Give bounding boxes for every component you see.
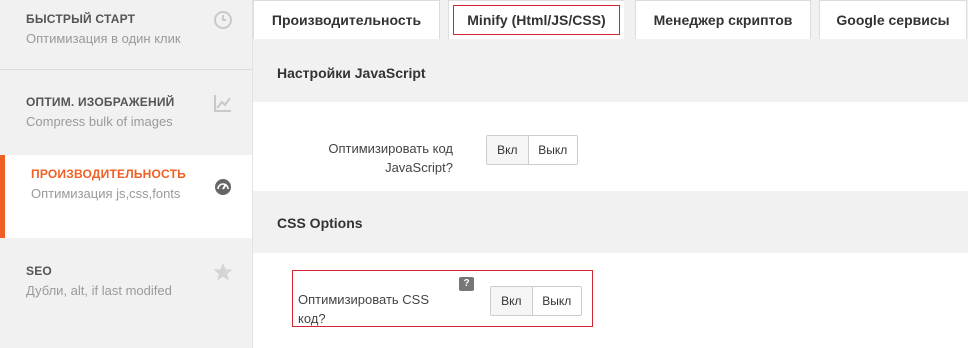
js-optimize-toggle: Вкл Выкл [486,135,578,165]
sidebar-item-subtitle: Compress bulk of images [26,114,173,129]
section-header-js: Настройки JavaScript [253,40,968,102]
tab-script-manager[interactable]: Менеджер скриптов [635,0,811,39]
sidebar-item-seo[interactable]: SEO Дубли, alt, if last modifed [0,238,252,321]
css-toggle-on-button[interactable]: Вкл [491,287,533,315]
sidebar-item-subtitle: Оптимизация js,css,fonts [31,186,181,201]
css-optimize-toggle: Вкл Выкл [490,286,582,316]
section-title: CSS Options [277,215,363,231]
js-toggle-off-button[interactable]: Выкл [529,136,577,164]
sidebar-item-title: БЫСТРЫЙ СТАРТ [26,12,136,26]
tab-minify[interactable]: Minify (Html/JS/CSS) [453,5,620,35]
section-header-css: CSS Options [253,191,968,253]
star-icon [212,261,234,283]
css-toggle-off-button[interactable]: Выкл [533,287,581,315]
sidebar-item-performance[interactable]: ПРОИЗВОДИТЕЛЬНОСТЬ Оптимизация js,css,fo… [0,155,252,238]
tab-bar: Производительность Minify (Html/JS/CSS) … [253,0,968,40]
section-title: Настройки JavaScript [277,65,426,81]
divider [0,69,252,70]
sidebar-item-title: SEO [26,264,52,278]
speedometer-icon [212,176,234,198]
tab-performance[interactable]: Производительность [253,0,440,39]
chart-line-icon [212,92,234,114]
sidebar-item-images[interactable]: ОПТИМ. ИЗОБРАЖЕНИЙ Compress bulk of imag… [0,83,252,166]
sidebar-item-title: ОПТИМ. ИЗОБРАЖЕНИЙ [26,95,175,109]
tab-google-services[interactable]: Google сервисы [819,0,967,39]
sidebar-item-subtitle: Дубли, alt, if last modifed [26,283,172,298]
sidebar-item-title: ПРОИЗВОДИТЕЛЬНОСТЬ [31,167,186,181]
js-toggle-on-button[interactable]: Вкл [487,136,529,164]
js-optimize-label: Оптимизировать код JavaScript? [293,139,453,177]
js-optimize-label-line1: Оптимизировать код [328,141,453,156]
js-optimize-label-line2: JavaScript? [385,160,453,175]
sidebar: БЫСТРЫЙ СТАРТ Оптимизация в один клик ОП… [0,0,253,348]
help-icon[interactable]: ? [459,277,474,291]
css-optimize-label: Оптимизировать CSS код? [298,292,430,326]
sidebar-item-quick-start[interactable]: БЫСТРЫЙ СТАРТ Оптимизация в один клик [0,0,252,83]
sidebar-item-subtitle: Оптимизация в один клик [26,31,181,46]
settings-panel: Настройки JavaScript Оптимизировать код … [253,40,968,348]
clock-icon [212,9,234,31]
